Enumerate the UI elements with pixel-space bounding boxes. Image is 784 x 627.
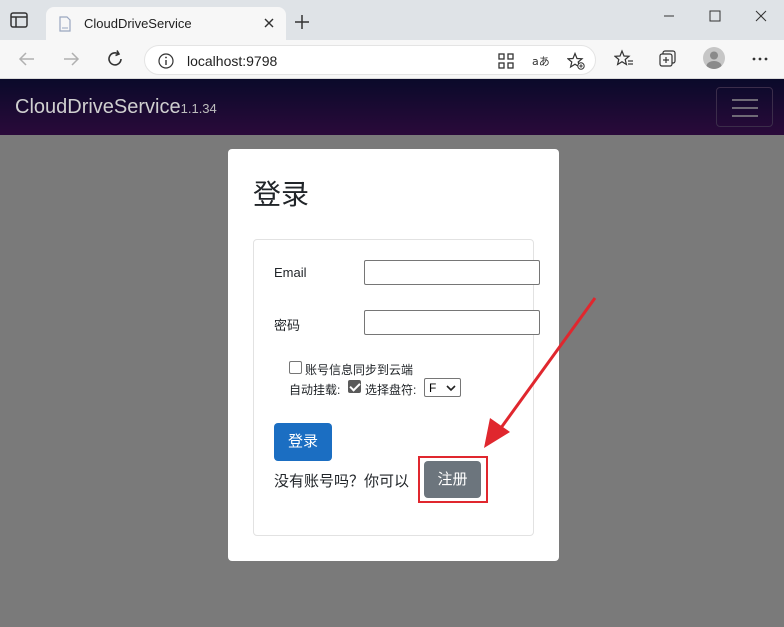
collections-icon[interactable] [658,49,678,69]
site-info-icon[interactable] [157,52,175,70]
app-navbar: CloudDriveService1.1.34 [0,79,784,135]
drive-letter-value: F [429,381,437,395]
app-brand[interactable]: CloudDriveService1.1.34 [15,96,217,119]
forward-icon[interactable] [60,48,82,70]
address-bar[interactable]: localhost:9798 aあ [144,45,596,75]
annotation-arrow-icon [484,297,597,448]
minimize-icon[interactable] [646,4,692,28]
read-aloud-icon[interactable]: aあ [531,52,549,70]
close-window-icon[interactable] [738,4,784,28]
profile-icon [706,51,722,69]
new-tab-icon[interactable] [292,12,312,32]
close-tab-icon[interactable] [260,14,278,32]
highlight-annotation-box [418,456,488,503]
email-field[interactable] [364,260,540,285]
navbar-toggler-button[interactable] [716,87,773,127]
chevron-down-icon [446,385,456,392]
email-label: Email [274,265,307,280]
more-options-icon[interactable] [750,49,770,69]
brand-name: CloudDriveService [15,96,181,118]
refresh-icon[interactable] [104,48,126,70]
browser-tab[interactable]: CloudDriveService [46,7,286,40]
automount-label: 自动挂载: [289,383,341,397]
svg-text:aあ: aあ [532,55,549,68]
register-prompt: 没有账号吗？你可以 [274,473,410,490]
url-text: localhost:9798 [187,53,278,69]
hamburger-icon [732,99,758,101]
profile-avatar[interactable] [703,47,725,69]
drive-letter-select[interactable]: F [424,378,461,397]
drive-letter-label: 选择盘符: [365,383,417,397]
maximize-icon[interactable] [692,4,738,28]
password-label: 密码 [274,318,301,333]
sync-checkbox[interactable] [289,361,302,374]
back-icon[interactable] [16,48,38,70]
apps-icon[interactable] [497,52,515,70]
browser-toolbar: localhost:9798 aあ [0,40,784,79]
page-title: 登录 [253,179,310,210]
add-favorite-icon[interactable] [567,52,585,70]
login-button[interactable]: 登录 [274,423,332,461]
page-favicon-icon [59,16,71,32]
brand-version: 1.1.34 [180,101,217,116]
favorites-icon[interactable] [614,49,634,69]
tab-actions-icon[interactable] [8,10,30,30]
automount-checkbox[interactable] [348,380,361,393]
browser-tab-bar: CloudDriveService [0,0,784,40]
tab-title: CloudDriveService [84,16,192,31]
sync-label: 账号信息同步到云端 [305,363,414,377]
